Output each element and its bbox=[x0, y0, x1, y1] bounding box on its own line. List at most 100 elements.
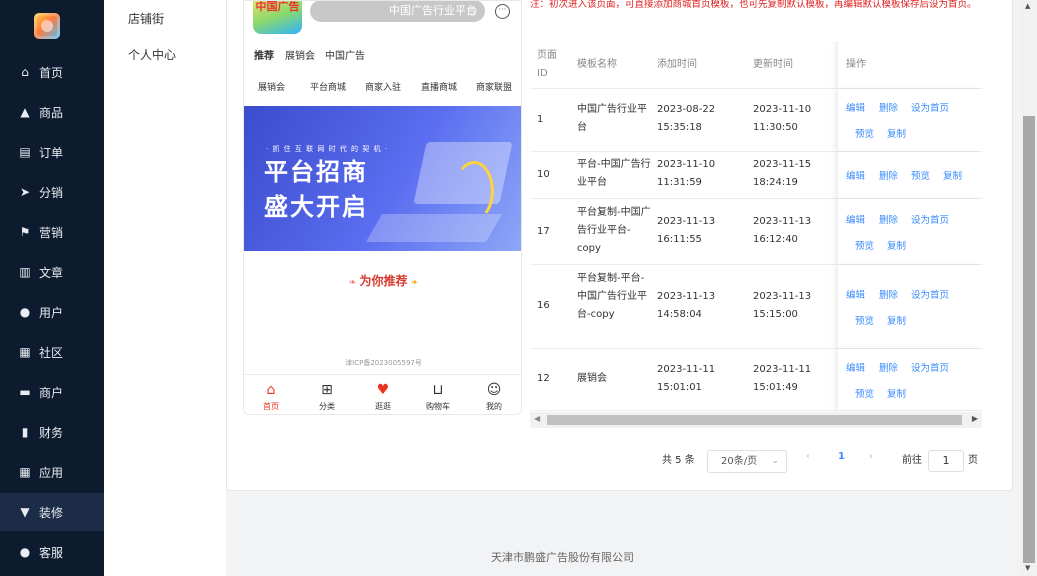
table-row: 1 中国广告行业平台 2023-08-22 15:35:18 2023-11-1… bbox=[530, 89, 982, 152]
preview-tab-china-ad[interactable]: 中国广告 bbox=[325, 47, 365, 62]
actions-cell: 编辑 删除 设为首页 预览 复制 bbox=[837, 265, 982, 348]
set-homepage-link[interactable]: 设为首页 bbox=[911, 360, 949, 374]
delete-link[interactable]: 删除 bbox=[879, 287, 898, 301]
home-icon: ⌂ bbox=[266, 382, 276, 398]
cell-id: 10 bbox=[537, 169, 550, 180]
cart-icon: ⊔ bbox=[432, 382, 444, 398]
bag-icon: ▲ bbox=[20, 105, 30, 119]
preview-nav-item[interactable]: 商家联盟 bbox=[476, 80, 512, 93]
preview-bottom-mine[interactable]: ☺ 我的 bbox=[474, 375, 514, 412]
preview-bottom-browse[interactable]: ♥ 逛逛 bbox=[363, 375, 403, 412]
table-row: 12 展销会 2023-11-11 15:01:01 2023-11-11 15… bbox=[530, 349, 982, 411]
submenu-item-personal-center[interactable]: 个人中心 bbox=[128, 46, 176, 63]
scrollbar-thumb[interactable] bbox=[1023, 116, 1035, 563]
preview-bottom-cart[interactable]: ⊔ 购物车 bbox=[418, 375, 458, 412]
app-logo[interactable] bbox=[34, 13, 60, 39]
sidebar-item-home[interactable]: ⌂ 首页 bbox=[0, 53, 104, 91]
sidebar-item-articles[interactable]: ▥ 文章 bbox=[0, 253, 104, 291]
sidebar-item-finance[interactable]: ▮ 财务 bbox=[0, 413, 104, 451]
table-row: 10 平台-中国广告行业平台 2023-11-10 11:31:59 2023-… bbox=[530, 152, 982, 199]
submenu-item-shop-street[interactable]: 店铺街 bbox=[128, 10, 164, 27]
sidebar: ⌂ 首页 ▲ 商品 ▤ 订单 ➤ 分销 ⚑ 营销 ▥ 文章 ● 用户 ▦ 社区 ▬ 商户 ▮ 财务 … bbox=[0, 0, 104, 576]
edit-link[interactable]: 编辑 bbox=[846, 287, 865, 301]
copy-link[interactable]: 复制 bbox=[887, 126, 906, 140]
cell-name: 展销会 bbox=[577, 373, 607, 384]
preview-nav-item[interactable]: 直播商城 bbox=[421, 80, 457, 93]
delete-link[interactable]: 删除 bbox=[879, 168, 898, 182]
preview-nav-item[interactable]: 展销会 bbox=[258, 80, 285, 93]
actions-cell: 编辑 删除 预览 复制 bbox=[837, 152, 982, 198]
edit-link[interactable]: 编辑 bbox=[846, 360, 865, 374]
preview-logo: 中国广告 bbox=[253, 1, 302, 34]
cell-name: 平台复制-中国广告行业平台-copy bbox=[577, 207, 651, 254]
more-icon[interactable]: ··· bbox=[495, 4, 510, 19]
heart-icon: ♥ bbox=[376, 382, 390, 398]
scroll-up-icon[interactable]: ▲ bbox=[1025, 2, 1030, 10]
preview-banner[interactable]: · 抓 住 互 联 网 时 代 的 契 机 · 平台招商 盛大开启 bbox=[244, 106, 521, 251]
sidebar-item-orders[interactable]: ▤ 订单 bbox=[0, 133, 104, 171]
scrollbar-thumb[interactable] bbox=[547, 415, 962, 425]
next-page-icon[interactable]: › bbox=[869, 451, 873, 462]
sidebar-item-apps[interactable]: ▦ 应用 bbox=[0, 453, 104, 491]
copy-link[interactable]: 复制 bbox=[887, 238, 906, 252]
prev-page-icon[interactable]: ‹ bbox=[806, 451, 810, 462]
preview-bottom-nav: ⌂ 首页 ⊞ 分类 ♥ 逛逛 ⊔ 购物车 ☺ 我的 bbox=[244, 374, 521, 414]
sidebar-item-community[interactable]: ▦ 社区 bbox=[0, 333, 104, 371]
scroll-right-icon[interactable]: ▶ bbox=[972, 414, 978, 423]
preview-link[interactable]: 预览 bbox=[911, 168, 930, 182]
sidebar-item-decoration[interactable]: ▼ 装修 bbox=[0, 493, 104, 531]
delete-link[interactable]: 删除 bbox=[879, 360, 898, 374]
copy-link[interactable]: 复制 bbox=[887, 386, 906, 400]
set-homepage-link[interactable]: 设为首页 bbox=[911, 100, 949, 114]
banner-title-line1: 平台招商 bbox=[264, 158, 368, 186]
cell-name: 平台-中国广告行业平台 bbox=[577, 159, 651, 188]
recommend-heading: ❧ 为你推荐 ❧ bbox=[348, 274, 419, 288]
preview-nav-item[interactable]: 商家入驻 bbox=[365, 80, 401, 93]
col-header-updated: 更新时间 bbox=[753, 59, 793, 70]
banner-platform-graphic bbox=[365, 214, 503, 242]
sidebar-item-marketing[interactable]: ⚑ 营销 bbox=[0, 213, 104, 251]
preview-bottom-home[interactable]: ⌂ 首页 bbox=[251, 375, 291, 412]
store-icon: ▬ bbox=[19, 385, 31, 399]
preview-bottom-category[interactable]: ⊞ 分类 bbox=[307, 375, 347, 412]
article-icon: ▥ bbox=[19, 265, 31, 279]
actions-cell: 编辑 删除 设为首页 预览 复制 bbox=[837, 199, 982, 264]
preview-link[interactable]: 预览 bbox=[855, 386, 874, 400]
copy-link[interactable]: 复制 bbox=[943, 168, 962, 182]
page-size-select[interactable]: 20条/页 ⌄ bbox=[707, 450, 787, 473]
sidebar-item-distribution[interactable]: ➤ 分销 bbox=[0, 173, 104, 211]
table-row: 16 平台复制-平台-中国广告行业平台-copy 2023-11-13 14:5… bbox=[530, 265, 982, 349]
sidebar-item-merchants[interactable]: ▬ 商户 bbox=[0, 373, 104, 411]
page-number-current[interactable]: 1 bbox=[838, 451, 845, 462]
edit-link[interactable]: 编辑 bbox=[846, 168, 865, 182]
preview-link[interactable]: 预览 bbox=[855, 238, 874, 252]
sidebar-item-goods[interactable]: ▲ 商品 bbox=[0, 93, 104, 131]
sidebar-item-users[interactable]: ● 用户 bbox=[0, 293, 104, 331]
preview-tab-recommend[interactable]: 推荐 bbox=[254, 47, 274, 62]
edit-link[interactable]: 编辑 bbox=[846, 100, 865, 114]
preview-nav-item[interactable]: 平台商城 bbox=[310, 80, 346, 93]
delete-link[interactable]: 删除 bbox=[879, 212, 898, 226]
sidebar-item-service[interactable]: ● 客服 bbox=[0, 533, 104, 571]
goto-page-input[interactable]: 1 bbox=[928, 450, 964, 472]
icp-text: 津ICP备2023005597号 bbox=[345, 359, 422, 367]
page-vertical-scrollbar[interactable]: ▲ ▼ bbox=[1021, 0, 1037, 576]
cell-updated: 2023-11-10 11:30:50 bbox=[753, 104, 812, 133]
leaf-icon: ❧ bbox=[348, 278, 360, 288]
scroll-left-icon[interactable]: ◀ bbox=[534, 414, 540, 423]
set-homepage-link[interactable]: 设为首页 bbox=[911, 287, 949, 301]
cell-added: 2023-08-22 15:35:18 bbox=[657, 104, 716, 133]
table-horizontal-scrollbar[interactable]: ◀ ▶ bbox=[530, 412, 982, 428]
delete-link[interactable]: 删除 bbox=[879, 100, 898, 114]
preview-link[interactable]: 预览 bbox=[855, 313, 874, 327]
cell-id: 17 bbox=[537, 226, 550, 237]
preview-search-bar[interactable]: 中国广告行业平台 ○ bbox=[310, 1, 485, 22]
cell-id: 1 bbox=[537, 114, 544, 125]
preview-link[interactable]: 预览 bbox=[855, 126, 874, 140]
copy-link[interactable]: 复制 bbox=[887, 313, 906, 327]
preview-search-text: 中国广告行业平台 bbox=[389, 4, 477, 17]
edit-link[interactable]: 编辑 bbox=[846, 212, 865, 226]
preview-tab-expo[interactable]: 展销会 bbox=[285, 47, 315, 62]
scroll-down-icon[interactable]: ▼ bbox=[1025, 564, 1030, 572]
set-homepage-link[interactable]: 设为首页 bbox=[911, 212, 949, 226]
